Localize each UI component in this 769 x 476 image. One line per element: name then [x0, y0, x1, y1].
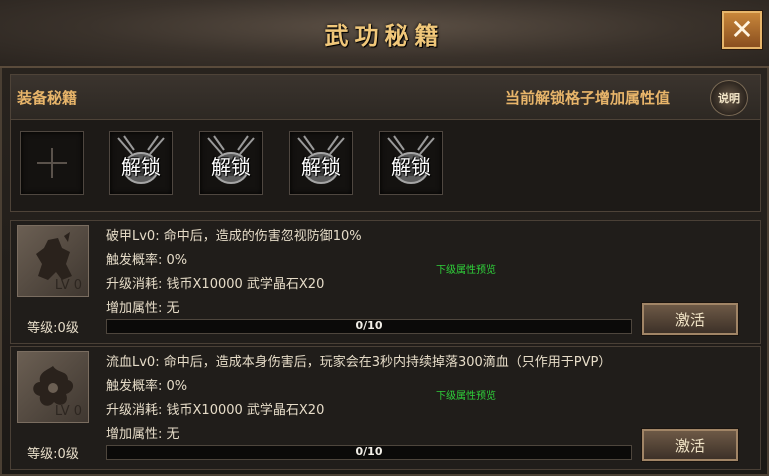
trigger-chance: 触发概率: 0%: [106, 379, 188, 394]
window-title: 武功秘籍: [324, 21, 445, 50]
unlock-label: 解锁: [211, 155, 251, 179]
progress-text: 0/10: [355, 445, 383, 458]
equip-panel: 装备秘籍 当前解锁格子增加属性值 说明 解锁 解锁 解锁 解锁: [10, 74, 761, 212]
skill-level: 等级:0级: [27, 447, 79, 462]
skill-description: 流血Lv0: 命中后，造成本身伤害后，玩家会在3秒内持续掉落300滴血（只作用于…: [106, 355, 612, 370]
title-bar: 武功秘籍 ✕: [0, 0, 769, 68]
equip-title: 装备秘籍: [17, 89, 78, 107]
unlock-label: 解锁: [391, 155, 431, 179]
skill-book-window: 武功秘籍 ✕ 装备秘籍 当前解锁格子增加属性值 说明 解锁 解锁 解锁 解锁 L…: [0, 0, 769, 476]
unlock-label: 解锁: [301, 155, 341, 179]
portrait-level: LV 0: [54, 278, 82, 293]
next-level-preview-link[interactable]: 下级属性预览: [436, 261, 496, 276]
progress-bar: 0/10: [106, 445, 632, 460]
trigger-chance: 触发概率: 0%: [106, 253, 188, 268]
equip-hint: 当前解锁格子增加属性值: [504, 89, 670, 107]
activate-label: 激活: [674, 436, 705, 455]
help-label: 说明: [718, 92, 740, 105]
skill-description: 破甲Lv0: 命中后，造成的伤害忽视防御10%: [106, 229, 362, 244]
activate-button[interactable]: 激活: [642, 429, 738, 461]
upgrade-cost: 升级消耗: 钱币X10000 武学晶石X20: [106, 277, 325, 292]
help-button[interactable]: 说明: [710, 80, 748, 116]
locked-slot-3[interactable]: 解锁: [289, 131, 353, 195]
bonus-attribute: 增加属性: 无: [106, 427, 180, 442]
empty-slot[interactable]: [20, 131, 84, 195]
locked-slot-2[interactable]: 解锁: [199, 131, 263, 195]
activate-button[interactable]: 激活: [642, 303, 738, 335]
upgrade-cost: 升级消耗: 钱币X10000 武学晶石X20: [106, 403, 325, 418]
locked-slot-1[interactable]: 解锁: [109, 131, 173, 195]
unlock-label: 解锁: [121, 155, 161, 179]
locked-slot-4[interactable]: 解锁: [379, 131, 443, 195]
close-icon: ✕: [730, 13, 754, 46]
plus-icon: [37, 148, 67, 178]
progress-text: 0/10: [355, 319, 383, 332]
portrait-level: LV 0: [54, 404, 82, 419]
equip-header: 装备秘籍 当前解锁格子增加属性值 说明: [11, 75, 760, 120]
progress-bar: 0/10: [106, 319, 632, 334]
activate-label: 激活: [674, 310, 705, 329]
skill-row: LV 0 等级:0级 流血Lv0: 命中后，造成本身伤害后，玩家会在3秒内持续掉…: [10, 346, 761, 470]
close-button[interactable]: ✕: [722, 11, 762, 49]
skill-level: 等级:0级: [27, 321, 79, 336]
next-level-preview-link[interactable]: 下级属性预览: [436, 387, 496, 402]
skill-portrait: LV 0: [17, 351, 89, 423]
skill-row: LV 0 等级:0级 破甲Lv0: 命中后，造成的伤害忽视防御10% 触发概率:…: [10, 220, 761, 344]
skill-portrait: LV 0: [17, 225, 89, 297]
bonus-attribute: 增加属性: 无: [106, 301, 180, 316]
